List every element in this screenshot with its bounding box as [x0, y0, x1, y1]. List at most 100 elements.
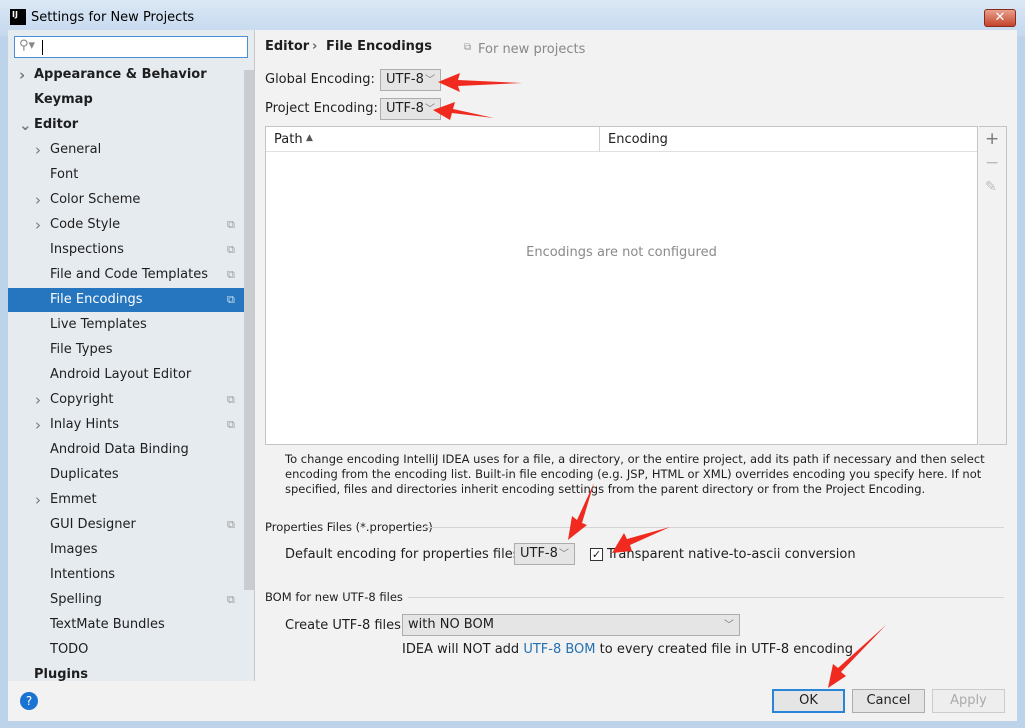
sidebar-item-appearance-behavior[interactable]: › Appearance & Behavior	[8, 63, 244, 87]
properties-encoding-dropdown[interactable]: UTF-8 ﹀	[514, 543, 575, 565]
bom-dropdown[interactable]: with NO BOM ﹀	[402, 614, 740, 636]
global-encoding-label: Global Encoding:	[265, 72, 375, 87]
copy-icon: ⧉	[464, 42, 472, 53]
sidebar-item-live-templates[interactable]: Live Templates	[8, 313, 244, 337]
sidebar-item-todo[interactable]: TODO	[8, 638, 244, 662]
sidebar-item-label: File and Code Templates	[50, 267, 208, 282]
sidebar-item-label: TODO	[50, 642, 89, 657]
column-path[interactable]: Path	[274, 132, 303, 147]
chevron-right-icon[interactable]: ›	[35, 188, 41, 212]
sidebar-item-emmet[interactable]: › Emmet	[8, 488, 244, 512]
sidebar-item-label: Editor	[34, 117, 79, 132]
sidebar-item-label: Keymap	[34, 92, 93, 107]
remove-icon[interactable]: −	[985, 153, 999, 173]
sidebar-item-font[interactable]: Font	[8, 163, 244, 187]
sidebar-item-label: Spelling	[50, 592, 102, 607]
bom-section-title: BOM for new UTF-8 files	[265, 590, 403, 604]
sidebar-item-file-and-code-templates[interactable]: File and Code Templates ⧉	[8, 263, 244, 287]
breadcrumb-current: File Encodings	[326, 39, 432, 54]
native-to-ascii-checkbox[interactable]: ✓	[590, 548, 603, 561]
bom-value: with NO BOM	[408, 617, 494, 632]
sidebar-item-spelling[interactable]: Spelling ⧉	[8, 588, 244, 612]
dialog-footer: ? OK Cancel Apply	[8, 681, 1017, 721]
sidebar-item-label: Duplicates	[50, 467, 119, 482]
project-encoding-value: UTF-8	[386, 101, 424, 116]
help-button[interactable]: ?	[20, 692, 38, 710]
window-title: Settings for New Projects	[31, 10, 195, 25]
sidebar-item-editor[interactable]: ⌄ Editor	[8, 113, 244, 137]
sidebar-item-label: Plugins	[34, 667, 88, 681]
project-encoding-dropdown[interactable]: UTF-8 ﹀	[380, 98, 441, 120]
sidebar-item-copyright[interactable]: › Copyright ⧉	[8, 388, 244, 412]
chevron-down-icon: ﹀	[559, 549, 569, 560]
sidebar-item-label: Code Style	[50, 217, 121, 232]
encodings-table[interactable]: Path ▲ Encoding Encodings are not config…	[265, 126, 978, 445]
copy-icon: ⧉	[227, 518, 235, 531]
sidebar-item-label: Appearance & Behavior	[34, 67, 207, 82]
settings-sidebar: ⚲▾ › Appearance & Behavior Keymap ⌄ Editor › G…	[8, 30, 255, 681]
sidebar-item-file-types[interactable]: File Types	[8, 338, 244, 362]
sidebar-item-label: Intentions	[50, 567, 116, 582]
sidebar-item-inlay-hints[interactable]: › Inlay Hints ⧉	[8, 413, 244, 437]
chevron-right-icon[interactable]: ›	[19, 63, 25, 87]
chevron-right-icon[interactable]: ›	[35, 213, 41, 237]
bom-note-text: to every created file in UTF-8 encoding	[595, 642, 853, 657]
chevron-right-icon[interactable]: ›	[35, 138, 41, 162]
sidebar-item-android-data-binding[interactable]: Android Data Binding	[8, 438, 244, 462]
column-divider	[599, 127, 600, 152]
file-encodings-panel: Editor › File Encodings ⧉ For new projec…	[255, 30, 1017, 681]
sidebar-item-images[interactable]: Images	[8, 538, 244, 562]
sidebar-item-color-scheme[interactable]: › Color Scheme	[8, 188, 244, 212]
copy-icon: ⧉	[227, 418, 235, 431]
sidebar-item-label: Live Templates	[50, 317, 147, 332]
close-button[interactable]: ✕	[984, 9, 1016, 27]
sidebar-scrollbar[interactable]	[244, 70, 254, 590]
sidebar-item-label: Inlay Hints	[50, 417, 119, 432]
bom-note: IDEA will NOT add UTF-8 BOM to every cre…	[402, 642, 853, 657]
column-encoding[interactable]: Encoding	[608, 132, 668, 147]
chevron-right-icon[interactable]: ›	[35, 488, 41, 512]
edit-icon[interactable]: ✎	[985, 179, 997, 195]
app-icon: IJ	[10, 9, 26, 25]
sidebar-item-inspections[interactable]: Inspections ⧉	[8, 238, 244, 262]
search-input[interactable]: ⚲▾	[14, 36, 248, 58]
breadcrumb-separator: ›	[312, 39, 318, 54]
sidebar-item-plugins[interactable]: Plugins	[8, 663, 244, 681]
bom-note-text: IDEA will NOT add	[402, 642, 524, 657]
divider	[421, 527, 1004, 528]
utf8-bom-link[interactable]: UTF-8 BOM	[523, 642, 595, 657]
sidebar-item-label: Color Scheme	[50, 192, 141, 207]
sidebar-item-keymap[interactable]: Keymap	[8, 88, 244, 112]
sidebar-item-gui-designer[interactable]: GUI Designer ⧉	[8, 513, 244, 537]
project-encoding-label: Project Encoding:	[265, 101, 378, 116]
sidebar-item-intentions[interactable]: Intentions	[8, 563, 244, 587]
ok-button[interactable]: OK	[772, 689, 845, 713]
add-icon[interactable]: +	[985, 129, 999, 149]
sidebar-item-file-encodings[interactable]: File Encodings ⧉	[8, 288, 254, 312]
chevron-down-icon[interactable]: ⌄	[19, 113, 32, 137]
apply-button[interactable]: Apply	[932, 689, 1005, 713]
sidebar-item-label: GUI Designer	[50, 517, 136, 532]
chevron-right-icon[interactable]: ›	[35, 388, 41, 412]
scope-note: For new projects	[478, 42, 586, 57]
sidebar-item-general[interactable]: › General	[8, 138, 244, 162]
table-toolbar: + − ✎	[979, 126, 1007, 445]
sidebar-item-textmate-bundles[interactable]: TextMate Bundles	[8, 613, 244, 637]
copy-icon: ⧉	[227, 593, 235, 606]
sidebar-item-duplicates[interactable]: Duplicates	[8, 463, 244, 487]
cancel-button[interactable]: Cancel	[852, 689, 925, 713]
chevron-down-icon: ﹀	[425, 104, 435, 115]
chevron-right-icon[interactable]: ›	[35, 413, 41, 437]
sidebar-item-android-layout-editor[interactable]: Android Layout Editor	[8, 363, 244, 387]
breadcrumb-parent[interactable]: Editor	[265, 39, 309, 54]
copy-icon: ⧉	[227, 268, 235, 281]
table-header: Path ▲ Encoding	[266, 127, 977, 152]
help-text: To change encoding IntelliJ IDEA uses fo…	[285, 452, 985, 496]
sidebar-item-label: File Encodings	[50, 292, 143, 307]
chevron-down-icon: ﹀	[724, 620, 734, 631]
text-caret	[42, 40, 43, 55]
copy-icon: ⧉	[227, 393, 235, 406]
native-to-ascii-label[interactable]: Transparent native-to-ascii conversion	[607, 547, 856, 562]
sidebar-item-code-style[interactable]: › Code Style ⧉	[8, 213, 244, 237]
global-encoding-dropdown[interactable]: UTF-8 ﹀	[380, 69, 441, 91]
